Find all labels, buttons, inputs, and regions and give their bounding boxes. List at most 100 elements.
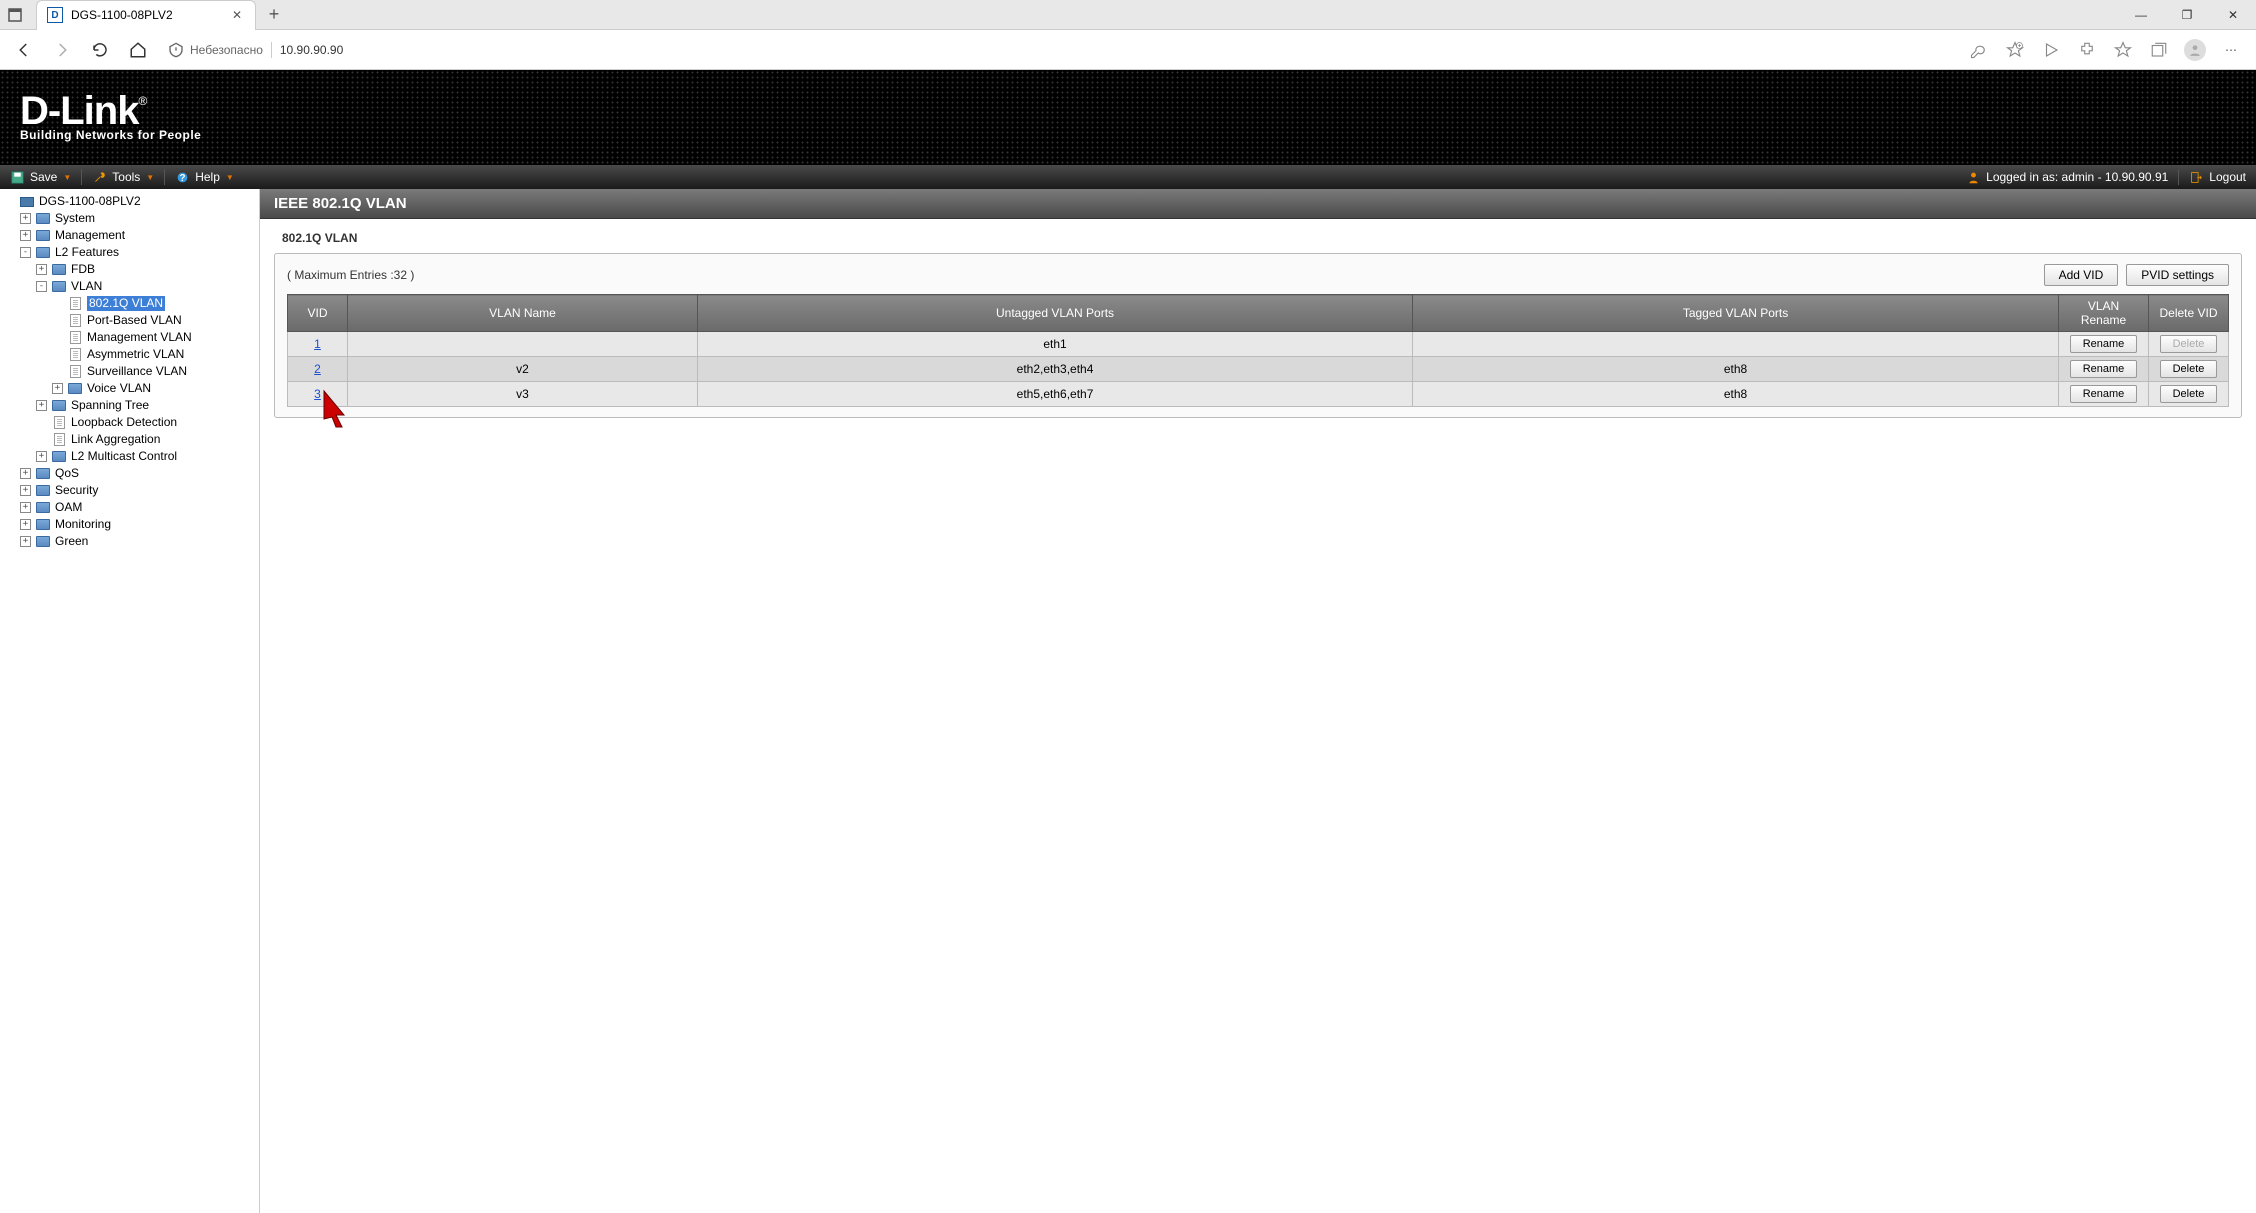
tree-vlan[interactable]: -VLAN — [0, 278, 259, 295]
password-icon[interactable] — [1962, 33, 1996, 67]
favicon-icon: D — [47, 7, 63, 23]
browser-tab[interactable]: D DGS-1100-08PLV2 ✕ — [36, 0, 256, 30]
folder-icon — [51, 450, 67, 464]
tree-surveillance-vlan[interactable]: Surveillance VLAN — [0, 363, 259, 380]
menu-help[interactable]: ? Help ▼ — [165, 165, 244, 189]
pvid-settings-button[interactable]: PVID settings — [2126, 264, 2229, 286]
tree-voice-vlan[interactable]: +Voice VLAN — [0, 380, 259, 397]
max-entries-label: ( Maximum Entries :32 ) — [287, 268, 414, 282]
rename-button[interactable]: Rename — [2070, 360, 2138, 378]
user-icon — [1966, 170, 1980, 184]
cell-vid: 2 — [288, 357, 348, 382]
cell-untagged: eth1 — [698, 332, 1413, 357]
new-tab-button[interactable]: + — [260, 1, 288, 29]
cell-untagged: eth2,eth3,eth4 — [698, 357, 1413, 382]
tree-management[interactable]: +Management — [0, 227, 259, 244]
tree-portbased-vlan[interactable]: Port-Based VLAN — [0, 312, 259, 329]
home-button[interactable] — [122, 34, 154, 66]
minimize-button[interactable]: — — [2118, 0, 2164, 30]
tab-close-button[interactable]: ✕ — [229, 7, 245, 23]
vid-link[interactable]: 3 — [314, 387, 321, 401]
cell-tagged: eth8 — [1413, 382, 2059, 407]
menu-save[interactable]: Save ▼ — [0, 165, 81, 189]
extensions-icon[interactable] — [2070, 33, 2104, 67]
refresh-button[interactable] — [84, 34, 116, 66]
cell-tagged — [1413, 332, 2059, 357]
maximize-button[interactable]: ❐ — [2164, 0, 2210, 30]
folder-icon — [35, 535, 51, 549]
tree-green[interactable]: +Green — [0, 533, 259, 550]
logout-button[interactable]: Logout — [2179, 165, 2256, 189]
col-rename: VLAN Rename — [2059, 295, 2149, 332]
cell-name — [348, 332, 698, 357]
delete-button: Delete — [2160, 335, 2218, 353]
delete-button[interactable]: Delete — [2160, 385, 2218, 403]
back-button[interactable] — [8, 34, 40, 66]
col-vid: VID — [288, 295, 348, 332]
folder-icon — [35, 212, 51, 226]
nav-tree[interactable]: DGS-1100-08PLV2 +System +Management -L2 … — [0, 189, 260, 1213]
help-icon: ? — [175, 170, 189, 184]
more-menu-icon[interactable]: ⋯ — [2214, 33, 2248, 67]
menu-tools[interactable]: Tools ▼ — [82, 165, 164, 189]
profile-avatar[interactable] — [2178, 33, 2212, 67]
col-untagged: Untagged VLAN Ports — [698, 295, 1413, 332]
svg-text:?: ? — [179, 172, 185, 183]
tree-spanning-tree[interactable]: +Spanning Tree — [0, 397, 259, 414]
device-icon — [19, 195, 35, 209]
logout-icon — [2189, 170, 2203, 184]
tree-fdb[interactable]: +FDB — [0, 261, 259, 278]
tree-asymmetric-vlan[interactable]: Asymmetric VLAN — [0, 346, 259, 363]
browser-titlebar: D DGS-1100-08PLV2 ✕ + — ❐ ✕ — [0, 0, 2256, 30]
tree-l2mc[interactable]: +L2 Multicast Control — [0, 448, 259, 465]
tracking-icon[interactable] — [2034, 33, 2068, 67]
tree-8021q-vlan[interactable]: 802.1Q VLAN — [0, 295, 259, 312]
favorites-icon[interactable] — [2106, 33, 2140, 67]
cell-name: v3 — [348, 382, 698, 407]
folder-icon — [35, 501, 51, 515]
folder-icon — [51, 263, 67, 277]
page-icon — [51, 433, 67, 447]
tree-lag[interactable]: Link Aggregation — [0, 431, 259, 448]
close-window-button[interactable]: ✕ — [2210, 0, 2256, 30]
folder-icon — [35, 484, 51, 498]
address-bar[interactable]: Небезопасно 10.90.90.90 — [160, 35, 1956, 65]
tree-management-vlan[interactable]: Management VLAN — [0, 329, 259, 346]
security-label: Небезопасно — [190, 43, 263, 57]
folder-icon — [51, 399, 67, 413]
tree-system[interactable]: +System — [0, 210, 259, 227]
vlan-table: VID VLAN Name Untagged VLAN Ports Tagged… — [287, 294, 2229, 407]
page-icon — [67, 348, 83, 362]
cell-vid: 1 — [288, 332, 348, 357]
cell-tagged: eth8 — [1413, 357, 2059, 382]
rename-button[interactable]: Rename — [2070, 385, 2138, 403]
page-icon — [67, 297, 83, 311]
rename-button[interactable]: Rename — [2070, 335, 2138, 353]
menu-bar: Save ▼ Tools ▼ ? Help ▼ Logged in as: ad… — [0, 165, 2256, 189]
add-vid-button[interactable]: Add VID — [2044, 264, 2119, 286]
brand-tagline: Building Networks for People — [20, 128, 201, 142]
tree-loopback[interactable]: Loopback Detection — [0, 414, 259, 431]
browser-toolbar: Небезопасно 10.90.90.90 ⋯ — [0, 30, 2256, 70]
table-row: 1 eth1 Rename Delete — [288, 332, 2229, 357]
cell-untagged: eth5,eth6,eth7 — [698, 382, 1413, 407]
collections-icon[interactable] — [2142, 33, 2176, 67]
cell-name: v2 — [348, 357, 698, 382]
delete-button[interactable]: Delete — [2160, 360, 2218, 378]
brand-logo: D-Link — [20, 89, 138, 133]
tree-root[interactable]: DGS-1100-08PLV2 — [0, 193, 259, 210]
tree-security[interactable]: +Security — [0, 482, 259, 499]
tree-monitoring[interactable]: +Monitoring — [0, 516, 259, 533]
table-row: 3 v3eth5,eth6,eth7eth8 Rename Delete — [288, 382, 2229, 407]
page-icon — [67, 331, 83, 345]
tree-l2features[interactable]: -L2 Features — [0, 244, 259, 261]
page-icon — [67, 365, 83, 379]
vid-link[interactable]: 1 — [314, 337, 321, 351]
tree-qos[interactable]: +QoS — [0, 465, 259, 482]
col-delete: Delete VID — [2149, 295, 2229, 332]
forward-button[interactable] — [46, 34, 78, 66]
tab-list-button[interactable] — [1, 1, 29, 29]
vid-link[interactable]: 2 — [314, 362, 321, 376]
tree-oam[interactable]: +OAM — [0, 499, 259, 516]
favorites-add-icon[interactable] — [1998, 33, 2032, 67]
